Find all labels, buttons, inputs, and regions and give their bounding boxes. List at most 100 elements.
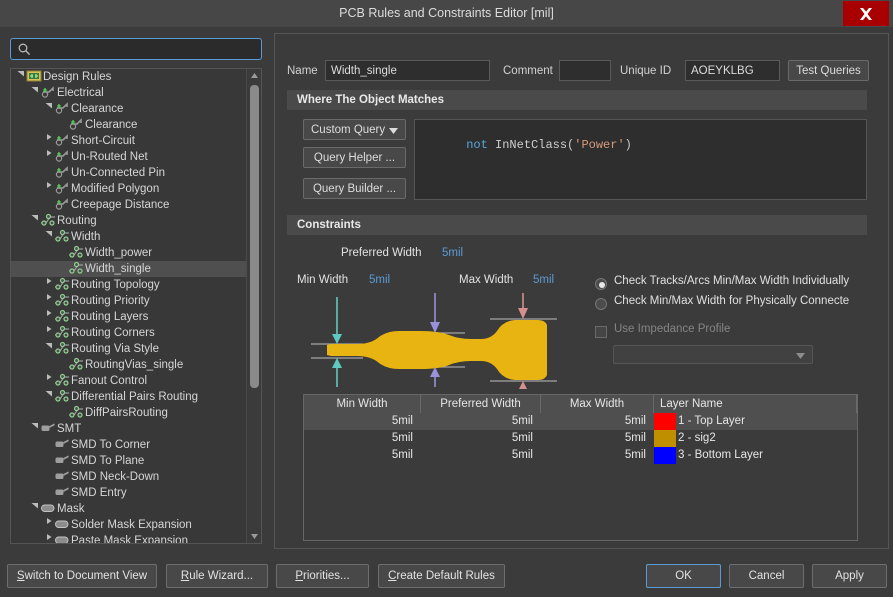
expand-arrow-down-icon[interactable] <box>43 100 54 116</box>
scroll-up-arrow-icon[interactable] <box>247 69 262 83</box>
expand-arrow-down-icon[interactable] <box>29 500 40 516</box>
radio-check-individually[interactable] <box>595 278 607 290</box>
tree-scrollbar-thumb[interactable] <box>250 85 259 388</box>
table-cell-preferred-width[interactable]: 5mil <box>421 430 533 447</box>
expand-arrow-right-icon[interactable] <box>43 132 54 148</box>
scroll-down-arrow-icon[interactable] <box>247 529 262 543</box>
tree-item-smd-entry[interactable]: SMD Entry <box>11 485 247 501</box>
tree-item-width-power[interactable]: Width_power <box>11 245 247 261</box>
expand-arrow-right-icon[interactable] <box>43 148 54 164</box>
tree-item-smd-neck-down[interactable]: SMD Neck-Down <box>11 469 247 485</box>
tree-item-short-circuit[interactable]: Short-Circuit <box>11 133 247 149</box>
expand-arrow-down-icon[interactable] <box>43 228 54 244</box>
expand-arrow-down-icon[interactable] <box>29 420 40 436</box>
scope-select-value: Custom Query <box>311 124 386 136</box>
table-cell-max-width[interactable]: 5mil <box>541 447 646 464</box>
expand-arrow-down-icon[interactable] <box>15 69 26 84</box>
comment-input[interactable] <box>559 60 611 81</box>
apply-button[interactable]: Apply <box>812 564 887 588</box>
cancel-button[interactable]: Cancel <box>729 564 804 588</box>
table-cell-layer-name[interactable]: 3 - Bottom Layer <box>678 447 857 464</box>
tree-item-un-routed-net[interactable]: Un-Routed Net <box>11 149 247 165</box>
expand-arrow-right-icon[interactable] <box>43 324 54 340</box>
table-row[interactable]: 5mil 5mil 5mil 1 - Top Layer <box>304 413 857 430</box>
query-builder-button[interactable]: Query Builder ... <box>303 178 406 199</box>
expand-arrow-right-icon[interactable] <box>43 292 54 308</box>
expand-arrow-down-icon[interactable] <box>29 84 40 100</box>
rule-wizard-button[interactable]: Rule Wizard... <box>166 564 268 588</box>
tree-item-diffpairsrouting[interactable]: DiffPairsRouting <box>11 405 247 421</box>
table-cell-min-width[interactable]: 5mil <box>304 430 413 447</box>
table-cell-max-width[interactable]: 5mil <box>541 413 646 430</box>
create-default-rules-button[interactable]: Create Default Rules <box>378 564 505 588</box>
tree-scrollbar[interactable] <box>246 69 261 543</box>
tree-item-solder-mask-expansion[interactable]: Solder Mask Expansion <box>11 517 247 533</box>
priorities-button[interactable]: Priorities... <box>276 564 369 588</box>
expand-arrow-down-icon[interactable] <box>43 388 54 404</box>
tree-item-width[interactable]: Width <box>11 229 247 245</box>
unique-id-input[interactable] <box>685 60 780 81</box>
impedance-profile-select[interactable] <box>613 345 813 364</box>
query-helper-button[interactable]: Query Helper ... <box>303 147 406 168</box>
close-button[interactable] <box>843 1 889 26</box>
tree-item-routing-topology[interactable]: Routing Topology <box>11 277 247 293</box>
expand-arrow-right-icon[interactable] <box>43 276 54 292</box>
preferred-width-value[interactable]: 5mil <box>442 247 463 259</box>
table-cell-max-width[interactable]: 5mil <box>541 430 646 447</box>
tree-item-width-single[interactable]: Width_single <box>11 261 247 277</box>
tree-item-fanout-control[interactable]: Fanout Control <box>11 373 247 389</box>
query-editor[interactable]: not InNetClass('Power') <box>414 119 867 200</box>
table-cell-preferred-width[interactable]: 5mil <box>421 413 533 430</box>
width-constraints-table[interactable]: Min Width Preferred Width Max Width Layer N… <box>303 394 858 541</box>
table-column-header[interactable]: Min Width <box>304 395 421 413</box>
tree-item-clearance[interactable]: Clearance <box>11 117 247 133</box>
max-width-value[interactable]: 5mil <box>533 274 554 286</box>
use-impedance-profile-checkbox[interactable] <box>595 326 607 338</box>
design-rules-tree[interactable]: Design Rules Electrical Clearance Clearance… <box>10 68 262 544</box>
expand-arrow-right-icon[interactable] <box>43 516 54 532</box>
tree-item-electrical[interactable]: Electrical <box>11 85 247 101</box>
tree-item-clearance[interactable]: Clearance <box>11 101 247 117</box>
table-column-header[interactable]: Layer Name <box>654 395 857 413</box>
tree-item-creepage-distance[interactable]: Creepage Distance <box>11 197 247 213</box>
table-row[interactable]: 5mil 5mil 5mil 3 - Bottom Layer <box>304 447 857 464</box>
tree-item-smd-to-plane[interactable]: SMD To Plane <box>11 453 247 469</box>
expand-arrow-down-icon[interactable] <box>29 212 40 228</box>
expand-arrow-down-icon[interactable] <box>43 340 54 356</box>
tree-item-mask[interactable]: Mask <box>11 501 247 517</box>
tree-item-routing-layers[interactable]: Routing Layers <box>11 309 247 325</box>
tree-item-routing-priority[interactable]: Routing Priority <box>11 293 247 309</box>
search-box[interactable] <box>10 38 262 60</box>
tree-item-modified-polygon[interactable]: Modified Polygon <box>11 181 247 197</box>
search-input[interactable] <box>37 39 259 59</box>
expand-arrow-right-icon[interactable] <box>43 372 54 388</box>
expand-arrow-right-icon[interactable] <box>43 308 54 324</box>
min-width-value[interactable]: 5mil <box>369 274 390 286</box>
tree-item-routingvias-single[interactable]: RoutingVias_single <box>11 357 247 373</box>
tree-item-routing-corners[interactable]: Routing Corners <box>11 325 247 341</box>
tree-item-routing-via-style[interactable]: Routing Via Style <box>11 341 247 357</box>
table-cell-layer-name[interactable]: 1 - Top Layer <box>678 413 857 430</box>
scope-select[interactable]: Custom Query <box>303 119 406 140</box>
table-cell-preferred-width[interactable]: 5mil <box>421 447 533 464</box>
table-cell-min-width[interactable]: 5mil <box>304 413 413 430</box>
table-column-header[interactable]: Max Width <box>541 395 654 413</box>
test-queries-button[interactable]: Test Queries <box>788 60 869 81</box>
rule-name-input[interactable] <box>325 60 490 81</box>
tree-item-paste-mask-expansion[interactable]: Paste Mask Expansion <box>11 533 247 543</box>
tree-item-design-rules[interactable]: Design Rules <box>11 69 247 85</box>
expand-arrow-right-icon[interactable] <box>43 532 54 543</box>
tree-item-smt[interactable]: SMT <box>11 421 247 437</box>
radio-check-physically-connected[interactable] <box>595 298 607 310</box>
tree-item-un-connected-pin[interactable]: Un-Connected Pin <box>11 165 247 181</box>
tree-item-smd-to-corner[interactable]: SMD To Corner <box>11 437 247 453</box>
tree-item-differential-pairs-routing[interactable]: Differential Pairs Routing <box>11 389 247 405</box>
table-cell-layer-name[interactable]: 2 - sig2 <box>678 430 857 447</box>
table-cell-min-width[interactable]: 5mil <box>304 447 413 464</box>
expand-arrow-right-icon[interactable] <box>43 180 54 196</box>
switch-to-document-view-button[interactable]: Switch to Document View <box>7 564 157 588</box>
tree-item-routing[interactable]: Routing <box>11 213 247 229</box>
table-row[interactable]: 5mil 5mil 5mil 2 - sig2 <box>304 430 857 447</box>
ok-button[interactable]: OK <box>646 564 721 588</box>
table-column-header[interactable]: Preferred Width <box>421 395 541 413</box>
